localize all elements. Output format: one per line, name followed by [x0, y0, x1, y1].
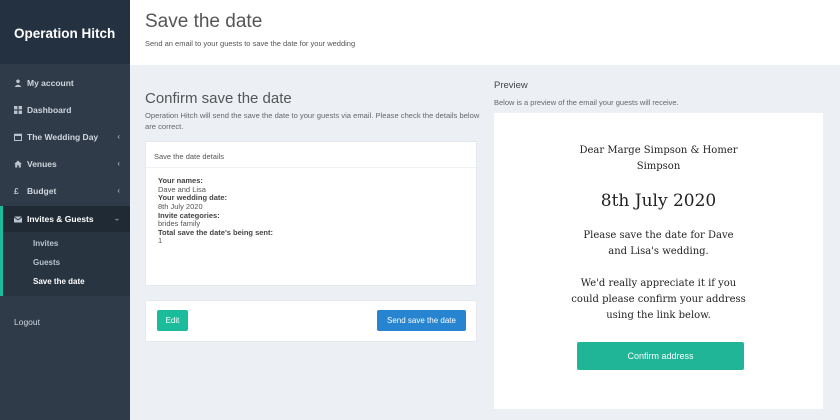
page-subtitle: Send an email to your guests to save the…: [145, 39, 356, 48]
sidebar-item-venues[interactable]: Venues ‹: [0, 150, 130, 177]
preview-title: Preview: [494, 80, 528, 91]
chevron-left-icon: ‹: [117, 132, 120, 141]
details-card: Save the date details Your names: Dave a…: [145, 141, 477, 286]
preview-confirm-message: We'd really appreciate it if you could p…: [571, 278, 746, 321]
sidebar-item-label: My account: [27, 77, 74, 88]
chevron-left-icon: ‹: [117, 159, 120, 168]
preview-description: Below is a preview of the email your gue…: [494, 98, 679, 107]
sidebar-item-label: Budget: [27, 185, 57, 196]
details-list: Your names: Dave and Lisa Your wedding d…: [146, 168, 476, 246]
sidebar-item-wedding-day[interactable]: The Wedding Day ‹: [0, 123, 130, 150]
confirm-title: Confirm save the date: [145, 90, 292, 107]
grid-icon: [14, 105, 26, 114]
sidebar-item-budget[interactable]: £ Budget ‹: [0, 177, 130, 204]
confirm-description: Operation Hitch will send the save the d…: [145, 111, 480, 131]
sidebar-subnav: Invites Guests Save the date: [0, 232, 130, 296]
page-header: Save the date Send an email to your gues…: [130, 0, 840, 65]
pound-icon: £: [14, 185, 19, 196]
send-save-the-date-button[interactable]: Send save the date: [377, 310, 466, 331]
preview-greeting: Dear Marge Simpson & Homer Simpson: [579, 145, 738, 172]
sidebar-item-dashboard[interactable]: Dashboard: [0, 96, 130, 123]
home-icon: [14, 160, 26, 168]
actions-card: Edit Send save the date: [145, 300, 477, 342]
details-card-title: Save the date details: [146, 142, 476, 168]
calendar-icon: [14, 133, 26, 141]
sidebar-item-label: The Wedding Day: [27, 131, 99, 142]
total-label: Total save the date's being sent:: [158, 227, 274, 237]
edit-button[interactable]: Edit: [157, 310, 188, 331]
email-preview: Dear Marge Simpson & Homer Simpson 8th J…: [494, 113, 823, 409]
confirm-address-button[interactable]: Confirm address: [577, 342, 744, 370]
categories-label: Invite categories:: [158, 210, 220, 220]
chevron-down-icon: ‹: [112, 218, 122, 221]
sidebar-subitem-save-the-date[interactable]: Save the date: [3, 272, 130, 291]
brand-logo[interactable]: Operation Hitch: [0, 0, 130, 64]
sidebar-item-label: Invites & Guests: [27, 214, 94, 224]
chevron-left-icon: ‹: [117, 186, 120, 195]
envelope-icon: [14, 215, 26, 223]
wedding-date-label: Your wedding date:: [158, 193, 228, 203]
sidebar-item-my-account[interactable]: My account: [0, 69, 130, 96]
preview-date: 8th July 2020: [600, 191, 717, 211]
total-value: 1: [158, 236, 163, 246]
sidebar-item-label: Venues: [27, 158, 57, 169]
sidebar-nav: My account Dashboard The Wedding Day ‹ V…: [0, 69, 130, 232]
sidebar-subitem-invites[interactable]: Invites: [3, 234, 130, 253]
sidebar-item-invites-guests[interactable]: Invites & Guests ‹: [0, 206, 130, 232]
sidebar-item-label: Dashboard: [27, 104, 72, 115]
user-icon: [14, 79, 26, 87]
sidebar-subitem-guests[interactable]: Guests: [3, 253, 130, 272]
preview-save-message: Please save the date for Dave and Lisa's…: [583, 230, 734, 257]
page-title: Save the date: [145, 11, 263, 32]
sidebar: Operation Hitch My account Dashboard The…: [0, 0, 130, 420]
logout-link[interactable]: Logout: [14, 317, 40, 327]
